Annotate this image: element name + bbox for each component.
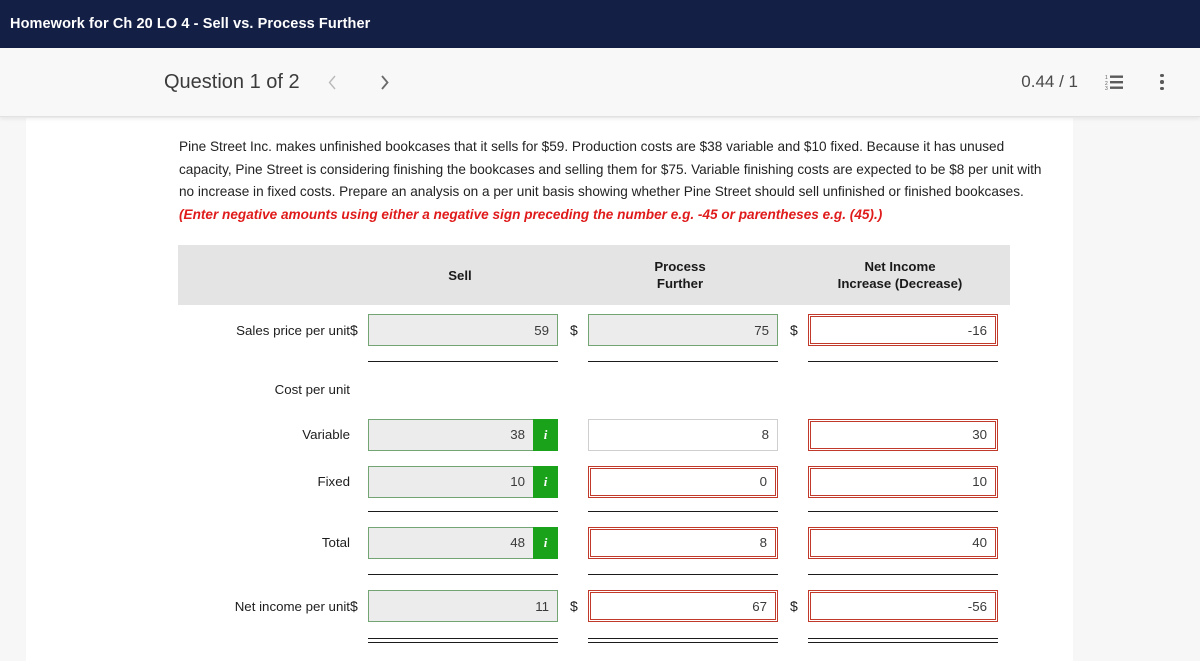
cell-process-variable <box>570 411 790 458</box>
row-label-sales-price: Sales price per unit <box>236 322 350 338</box>
currency-symbol: $ <box>350 322 358 338</box>
cell-net-total <box>790 517 1010 568</box>
currency-symbol: $ <box>570 598 578 614</box>
input-net-sales-price[interactable] <box>808 314 998 346</box>
info-icon-sell-fixed[interactable]: i <box>533 465 558 498</box>
row-label-net-income: Net income per unit <box>234 598 350 614</box>
assignment-title: Homework for Ch 20 LO 4 - Sell vs. Proce… <box>10 16 371 32</box>
rule-row <box>178 505 1010 517</box>
column-rule <box>368 510 558 512</box>
column-rule <box>368 573 558 575</box>
more-options-button[interactable] <box>1150 69 1174 95</box>
question-list-button[interactable]: 1 2 3 <box>1102 69 1126 95</box>
svg-text:3: 3 <box>1105 86 1108 90</box>
input-net-total[interactable] <box>808 526 998 559</box>
input-sell-fixed[interactable] <box>368 465 534 498</box>
cell-sell-net-income: $ <box>350 580 570 632</box>
question-content-sheet: Pine Street Inc. makes unfinished bookca… <box>26 118 1073 661</box>
cell-net-sales-price: $ <box>790 305 1010 355</box>
next-question-button[interactable] <box>368 65 402 99</box>
input-process-total[interactable] <box>588 526 778 559</box>
header-blank <box>178 245 350 305</box>
window-title-bar: Homework for Ch 20 LO 4 - Sell vs. Proce… <box>0 0 1200 48</box>
input-process-net-income[interactable] <box>588 590 778 622</box>
info-icon-sell-total[interactable]: i <box>533 526 558 559</box>
input-process-sales-price[interactable] <box>588 314 778 346</box>
numbered-list-icon: 1 2 3 <box>1105 75 1123 90</box>
table-row: Fixed i <box>178 458 1010 505</box>
cell-sell-fixed: i <box>350 458 570 505</box>
score-display: 0.44 / 1 <box>1021 72 1078 91</box>
input-sell-sales-price[interactable] <box>368 314 558 346</box>
column-rule <box>808 510 998 512</box>
rule-row <box>178 568 1010 580</box>
table-row: Cost per unit <box>178 367 1010 411</box>
column-rule-double <box>368 637 558 643</box>
info-icon-sell-variable[interactable]: i <box>533 418 558 451</box>
question-body: Pine Street Inc. makes unfinished bookca… <box>179 136 1059 226</box>
row-label-total: Total <box>321 535 350 550</box>
currency-symbol: $ <box>790 322 798 338</box>
cell-sell-variable: i <box>350 411 570 458</box>
column-rule <box>368 360 558 362</box>
cell-sell-sales-price: $ <box>350 305 570 355</box>
cell-net-variable <box>790 411 1010 458</box>
table-row: Sales price per unit $ $ <box>178 305 1010 355</box>
kebab-dot <box>1160 73 1164 78</box>
row-label-variable: Variable <box>302 427 350 442</box>
input-sell-net-income[interactable] <box>368 590 558 622</box>
input-process-fixed[interactable] <box>588 465 778 498</box>
question-prompt: Pine Street Inc. makes unfinished bookca… <box>179 139 1042 199</box>
input-net-fixed[interactable] <box>808 465 998 498</box>
column-rule <box>588 510 778 512</box>
question-nav-group: Question 1 of 2 <box>164 65 402 99</box>
rule-row <box>178 632 1010 648</box>
column-rule-double <box>588 637 778 643</box>
column-rule <box>588 360 778 362</box>
currency-symbol: $ <box>570 322 578 338</box>
question-hint: (Enter negative amounts using either a n… <box>179 206 883 222</box>
rule-row <box>178 355 1010 367</box>
question-toolbar: Question 1 of 2 0.44 / 1 1 2 3 <box>0 48 1200 117</box>
column-rule <box>588 573 778 575</box>
row-label-fixed: Fixed <box>317 474 350 489</box>
input-net-variable[interactable] <box>808 418 998 451</box>
cell-process-fixed <box>570 458 790 505</box>
previous-question-button[interactable] <box>316 65 350 99</box>
input-sell-total[interactable] <box>368 526 534 559</box>
kebab-dot <box>1160 86 1164 91</box>
cell-sell-total: i <box>350 517 570 568</box>
kebab-dot <box>1160 80 1164 84</box>
header-net-income: Net Income Increase (Decrease) <box>837 259 963 291</box>
cell-net-fixed <box>790 458 1010 505</box>
table-row: Net income per unit $ $ <box>178 580 1010 632</box>
column-rule <box>808 360 998 362</box>
question-counter: Question 1 of 2 <box>164 70 300 93</box>
table-row: Total i <box>178 517 1010 568</box>
cell-process-sales-price: $ <box>570 305 790 355</box>
cell-process-total <box>570 517 790 568</box>
currency-symbol: $ <box>790 598 798 614</box>
table-body: Sales price per unit $ $ <box>178 305 1010 648</box>
column-rule-double <box>808 637 998 643</box>
header-sell: Sell <box>448 267 472 283</box>
currency-symbol: $ <box>350 598 358 614</box>
input-process-variable[interactable] <box>588 418 778 451</box>
cell-net-net-income: $ <box>790 580 1010 632</box>
header-process-further: Process Further <box>654 259 706 291</box>
input-sell-variable[interactable] <box>368 418 534 451</box>
column-rule <box>808 573 998 575</box>
toolbar-actions: 0.44 / 1 1 2 3 <box>1021 69 1174 95</box>
table-row: Variable i <box>178 411 1010 458</box>
cell-process-net-income: $ <box>570 580 790 632</box>
analysis-table: Sell Process Further Net Income Increase… <box>178 245 1010 648</box>
input-net-net-income[interactable] <box>808 590 998 622</box>
row-label-cost-per-unit: Cost per unit <box>274 381 350 397</box>
table-header: Sell Process Further Net Income Increase… <box>178 245 1010 305</box>
